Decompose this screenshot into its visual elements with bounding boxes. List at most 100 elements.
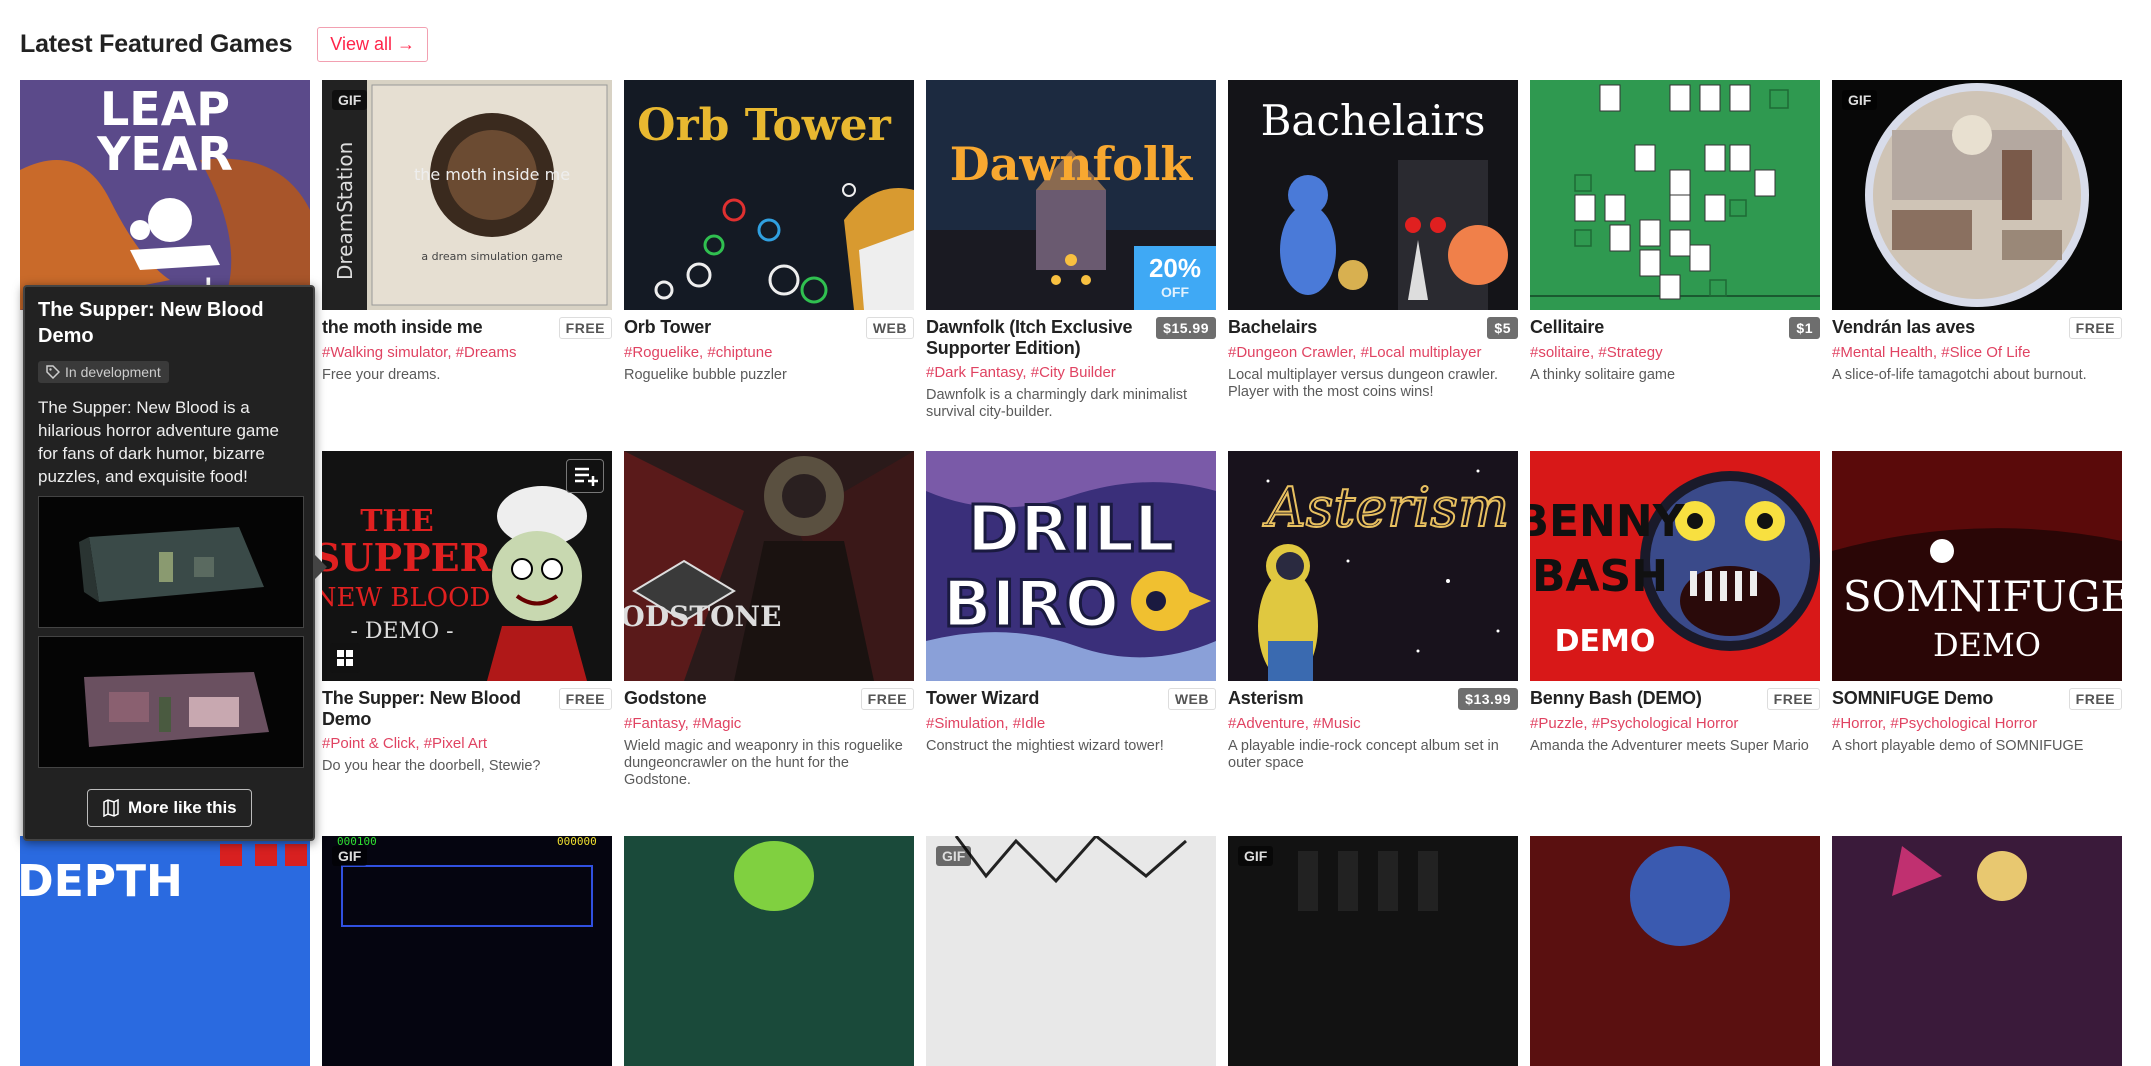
art-text-1: DRILL (967, 493, 1175, 567)
game-description: A short playable demo of SOMNIFUGE (1832, 738, 2084, 754)
price-badge: FREE (860, 688, 914, 710)
game-title[interactable]: the moth inside me (322, 317, 483, 338)
art-title: GODSTONE (624, 600, 781, 633)
game-title[interactable]: Dawnfolk (Itch Exclusive Supporter Editi… (926, 317, 1141, 359)
svg-text:DreamStation: DreamStation (333, 142, 357, 280)
game-thumbnail[interactable]: DRILL BIRO (926, 451, 1216, 681)
windows-icon (337, 650, 353, 666)
game-thumbnail[interactable]: DEPTH (20, 836, 310, 1066)
game-tags[interactable]: #Roguelike, #chiptune (624, 344, 914, 362)
game-thumbnail[interactable]: GIF (1228, 836, 1518, 1066)
game-thumbnail[interactable] (1832, 836, 2122, 1066)
game-card[interactable]: DEPTH (20, 836, 310, 1066)
game-description: A thinky solitaire game (1530, 367, 1676, 383)
game-thumbnail[interactable] (624, 836, 914, 1066)
sale-percent: 20% (1148, 253, 1202, 283)
view-all-link[interactable]: View all → (317, 26, 428, 62)
game-thumbnail[interactable]: THE SUPPER NEW BLOOD - DEMO - (322, 451, 612, 681)
game-tags[interactable]: #Fantasy, #Magic (624, 715, 914, 733)
game-thumbnail[interactable]: Bachelairs (1228, 80, 1518, 310)
game-card[interactable] (624, 836, 914, 1066)
game-card[interactable]: Cellitaire $1 #solitaire, #Strategy A th… (1530, 80, 1820, 384)
game-card[interactable]: SOMNIFUGE DEMO SOMNIFUGE Demo FREE #Horr… (1832, 451, 2122, 755)
game-description: Construct the mightiest wizard tower! (926, 738, 1164, 754)
price-badge: $15.99 (1156, 317, 1216, 339)
game-thumbnail[interactable]: GODSTONE (624, 451, 914, 681)
game-tags[interactable]: #Dark Fantasy, #City Builder (926, 364, 1216, 382)
game-title[interactable]: Cellitaire (1530, 317, 1604, 338)
game-description: Dawnfolk is a charmingly dark minimalist… (926, 387, 1188, 420)
game-title[interactable]: Tower Wizard (926, 688, 1039, 709)
game-thumbnail[interactable]: SOMNIFUGE DEMO (1832, 451, 2122, 681)
game-title[interactable]: Vendrán las aves (1832, 317, 1975, 338)
game-card[interactable]: 000100 000000 GIF (322, 836, 612, 1066)
game-title[interactable]: Benny Bash (DEMO) (1530, 688, 1702, 709)
game-card[interactable]: GIF (926, 836, 1216, 1066)
game-description: Free your dreams. (322, 367, 441, 383)
game-thumbnail[interactable]: LEAP YEAR march (20, 80, 310, 310)
game-thumbnail[interactable] (1530, 836, 1820, 1066)
game-thumbnail[interactable]: Asterism (1228, 451, 1518, 681)
more-like-this-button[interactable]: More like this (87, 789, 252, 827)
art-title: Asterism (1262, 476, 1509, 539)
game-description: Local multiplayer versus dungeon crawler… (1228, 367, 1498, 400)
game-card[interactable]: GODSTONE Godstone FREE #Fantasy, #Magic … (624, 451, 914, 789)
game-card[interactable]: DRILL BIRO Tower Wizard WEB #Simulation,… (926, 451, 1216, 755)
game-thumbnail[interactable]: GIF (1832, 80, 2122, 310)
game-card[interactable]: BENNY BASH DEMO Benny Bash (DEMO) FREE #… (1530, 451, 1820, 755)
game-tags[interactable]: #Walking simulator, #Dreams (322, 344, 612, 362)
game-card[interactable]: Orb Tower Orb Tower WEB #Roguelike, #chi… (624, 80, 914, 384)
status-label: In development (65, 364, 161, 380)
status-badge: In development (38, 361, 169, 383)
game-card[interactable]: THE SUPPER NEW BLOOD - DEMO - The Supper… (322, 451, 612, 775)
art-text-2: BIRO (943, 568, 1119, 642)
price-badge: FREE (2068, 317, 2122, 339)
screenshot-2[interactable] (38, 636, 304, 768)
price-badge: $5 (1487, 317, 1518, 339)
tag-icon (46, 365, 60, 379)
game-thumbnail[interactable] (1530, 80, 1820, 310)
art-text-1: THE (360, 504, 434, 539)
game-card[interactable]: Bachelairs Bachelairs $5 #Dungeon Crawle… (1228, 80, 1518, 401)
art-text-2: BASH (1532, 551, 1668, 602)
screenshot-1[interactable] (38, 496, 304, 628)
art-title: Bachelairs (1261, 96, 1486, 145)
game-thumbnail[interactable]: Orb Tower (624, 80, 914, 310)
game-tags[interactable]: #Adventure, #Music (1228, 715, 1518, 733)
art-text-2: DEMO (1933, 626, 2041, 664)
game-title[interactable]: The Supper: New Blood Demo (322, 688, 537, 730)
price-badge: FREE (558, 317, 612, 339)
art-text-3: DEMO (1555, 624, 1656, 659)
game-card[interactable]: Asterism Asterism $13.99 #Adventure, #Mu… (1228, 451, 1518, 772)
game-title[interactable]: Asterism (1228, 688, 1304, 709)
game-card[interactable]: GIF Vendrán las aves FREE #Mental Health… (1832, 80, 2122, 384)
game-tags[interactable]: #Horror, #Psychological Horror (1832, 715, 2122, 733)
game-tags[interactable]: #Dungeon Crawler, #Local multiplayer (1228, 344, 1518, 362)
game-tags[interactable]: #Puzzle, #Psychological Horror (1530, 715, 1820, 733)
game-tags[interactable]: #Point & Click, #Pixel Art (322, 735, 612, 753)
game-title[interactable]: Bachelairs (1228, 317, 1317, 338)
add-to-collection-button[interactable] (566, 459, 604, 493)
game-title[interactable]: Godstone (624, 688, 707, 709)
game-thumbnail[interactable]: GIF (926, 836, 1216, 1066)
price-badge: $1 (1789, 317, 1820, 339)
game-thumbnail[interactable]: Dawnfolk 20% OFF (926, 80, 1216, 310)
game-thumbnail[interactable]: 000100 000000 GIF (322, 836, 612, 1066)
game-card-leap-year[interactable]: LEAP YEAR march (20, 80, 310, 310)
game-card[interactable]: GIF (1228, 836, 1518, 1066)
game-card[interactable] (1530, 836, 1820, 1066)
game-card[interactable]: DreamStation the moth inside me a dream … (322, 80, 612, 384)
game-card[interactable] (1832, 836, 2122, 1066)
game-tags[interactable]: #solitaire, #Strategy (1530, 344, 1820, 362)
game-thumbnail[interactable]: BENNY BASH DEMO (1530, 451, 1820, 681)
art-text-1: BENNY (1530, 496, 1686, 547)
game-tags[interactable]: #Mental Health, #Slice Of Life (1832, 344, 2122, 362)
tooltip-title[interactable]: The Supper: New Blood Demo (38, 297, 300, 349)
game-tags[interactable]: #Simulation, #Idle (926, 715, 1216, 733)
map-icon (103, 799, 119, 817)
game-title[interactable]: SOMNIFUGE Demo (1832, 688, 1993, 709)
price-badge: WEB (1167, 688, 1216, 710)
game-card[interactable]: Dawnfolk 20% OFF Dawnfolk (Itch Exclusiv… (926, 80, 1216, 421)
game-thumbnail[interactable]: DreamStation the moth inside me a dream … (322, 80, 612, 310)
game-title[interactable]: Orb Tower (624, 317, 711, 338)
